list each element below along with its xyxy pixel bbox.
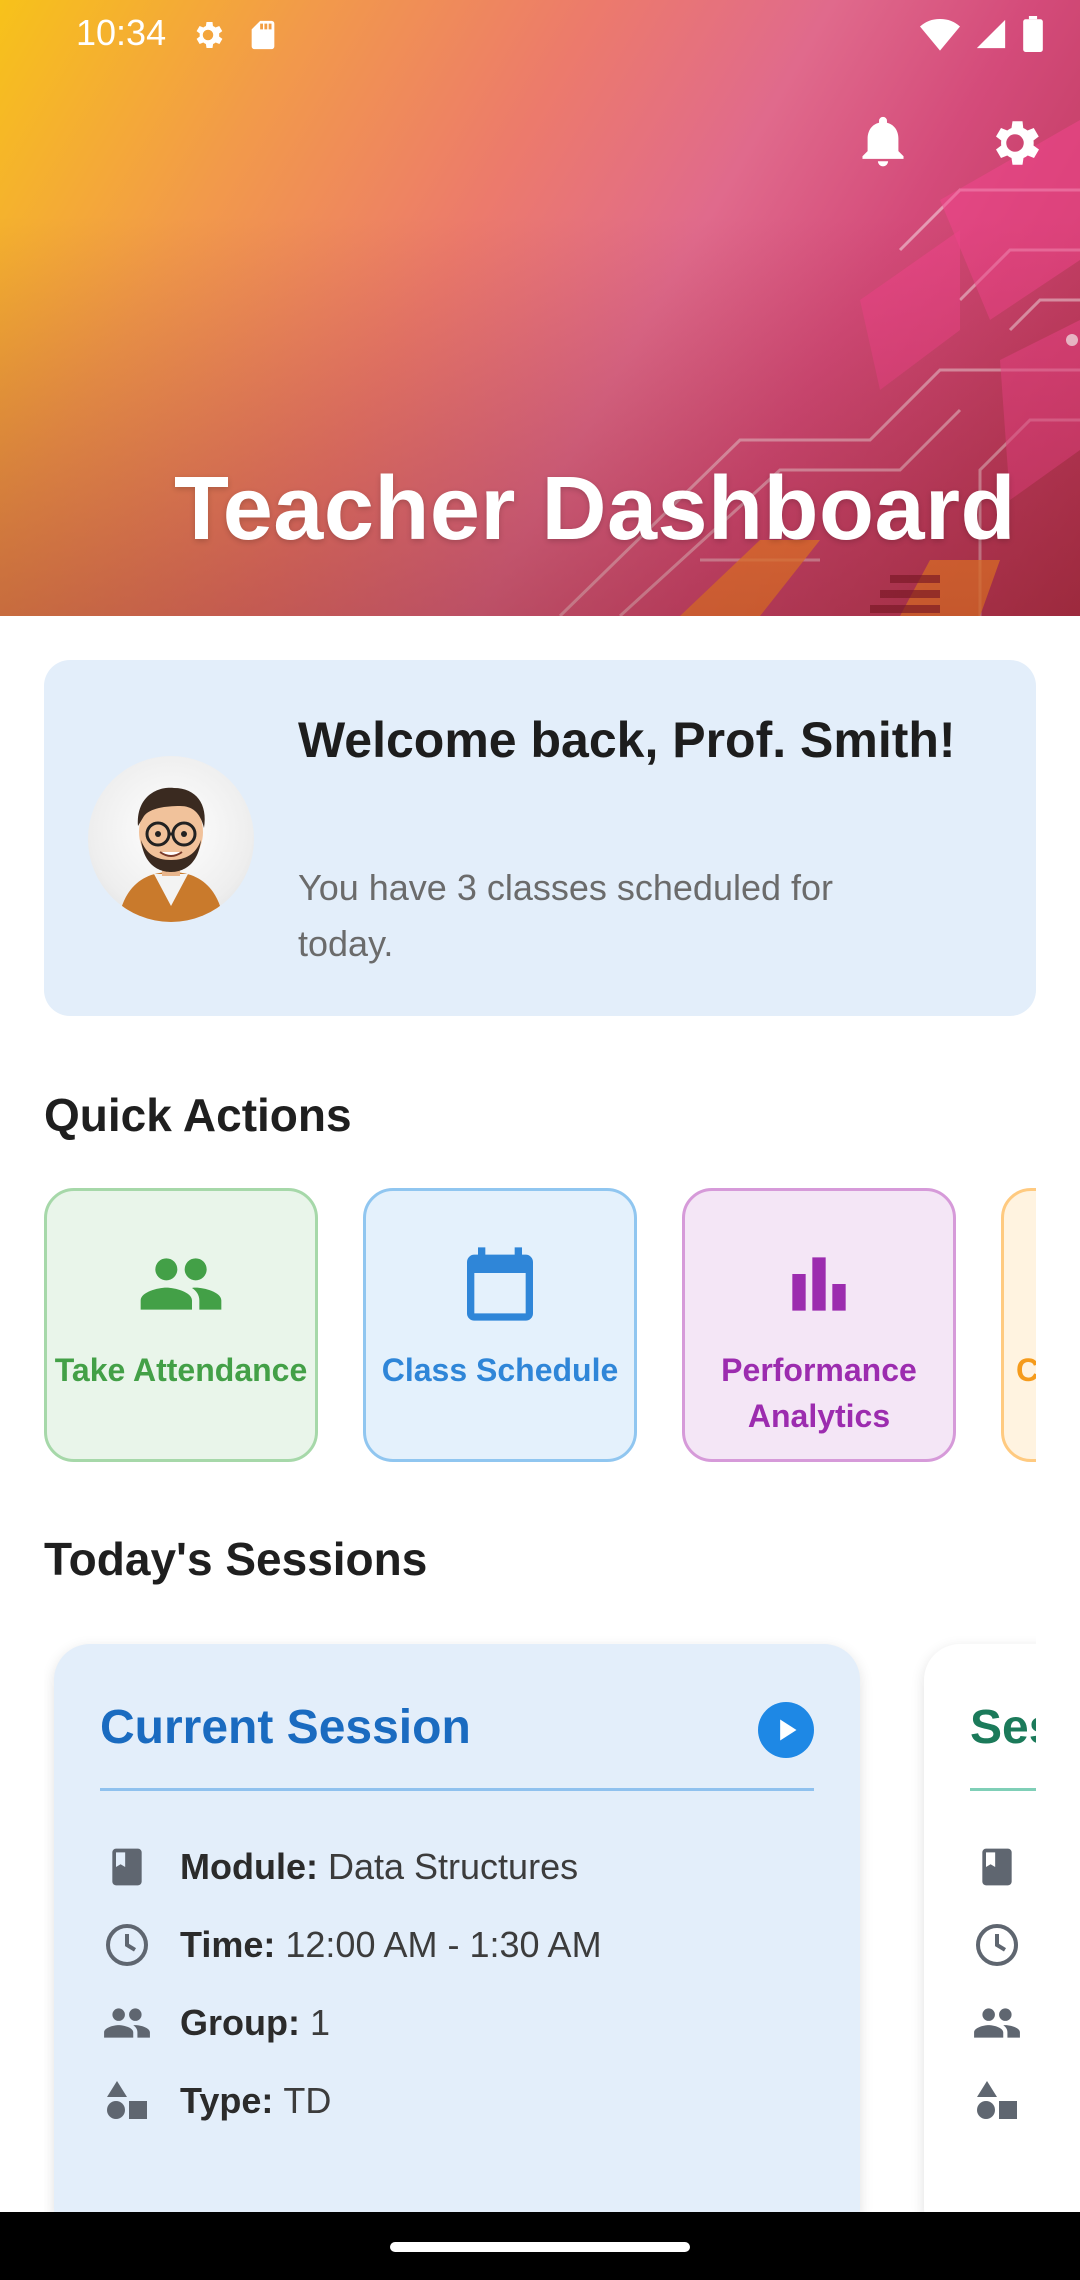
module-label: Module: [180,1846,318,1887]
session-time-row [970,1918,1036,1972]
next-session-card[interactable]: Ses [924,1644,1036,2216]
todays-sessions-title: Today's Sessions [44,1533,428,1585]
group-value: 1 [309,2002,331,2043]
welcome-card: Welcome back, Prof. Smith! You have 3 cl… [44,660,1036,1016]
performance-analytics-button[interactable]: Performance Analytics [682,1188,956,1462]
sessions-carousel[interactable]: Current Session Module: Data Structures … [44,1636,1036,2216]
quick-actions-title: Quick Actions [44,1089,352,1141]
header-banner: 10:34 Teacher Dashboard [0,0,1080,616]
status-bar: 10:34 [0,0,1080,72]
avatar [88,756,254,922]
session-module-row: Module: Data Structures [100,1840,578,1894]
current-session-card[interactable]: Current Session Module: Data Structures … [54,1644,860,2216]
system-navigation-bar [0,2212,1080,2280]
session-title: Ses [970,1701,1036,1754]
session-time-row: Time: 12:00 AM - 1:30 AM [100,1918,602,1972]
session-divider [970,1788,1036,1791]
play-icon[interactable] [758,1702,814,1758]
time-value: 12:00 AM - 1:30 AM [285,1924,602,1965]
cellular-signal-icon [974,17,1008,56]
shapes-icon [970,2074,1024,2128]
notifications-bell-icon[interactable] [848,108,918,178]
group-label: Group: [180,2002,300,2043]
session-type-row: Type: TD [100,2074,331,2128]
battery-icon [1022,16,1044,57]
group-icon [970,1996,1024,2050]
type-value: TD [283,2080,332,2121]
quick-action-4-label: C [1016,1352,1036,1388]
clock-icon [970,1918,1024,1972]
settings-gear-icon[interactable] [980,108,1050,178]
module-value: Data Structures [327,1846,579,1887]
sd-card-icon [246,17,280,58]
session-group-row [970,1996,1036,2050]
take-attendance-label: Take Attendance [54,1352,308,1388]
session-group-row: Group: 1 [100,1996,330,2050]
wifi-icon [920,17,960,56]
session-title: Current Session [100,1701,471,1754]
page-title: Teacher Dashboard [173,459,1017,559]
home-indicator[interactable] [390,2242,690,2252]
group-icon [136,1239,226,1329]
type-label: Type: [180,2080,274,2121]
session-divider [100,1788,814,1791]
class-schedule-button[interactable]: Class Schedule [363,1188,637,1462]
time-label: Time: [180,1924,276,1965]
bar-chart-icon [774,1239,864,1329]
session-module-row [970,1840,1036,1894]
shapes-icon [100,2074,154,2128]
calendar-icon [455,1239,545,1329]
book-icon [100,1840,154,1894]
group-icon [100,1996,154,2050]
take-attendance-button[interactable]: Take Attendance [44,1188,318,1462]
performance-analytics-label: Performance Analytics [721,1352,917,1434]
book-icon [970,1840,1024,1894]
settings-gear-icon [190,17,226,58]
quick-actions-row[interactable]: Take Attendance Class Schedule Performan… [44,1188,1036,1462]
session-type-row [970,2074,1036,2128]
status-time: 10:34 [76,12,167,53]
clock-icon [100,1918,154,1972]
class-schedule-label: Class Schedule [381,1352,619,1388]
welcome-title: Welcome back, Prof. Smith! [298,712,956,768]
welcome-subtitle: You have 3 classes scheduled for today. [298,867,834,964]
quick-action-card-4[interactable]: C [1001,1188,1036,1462]
